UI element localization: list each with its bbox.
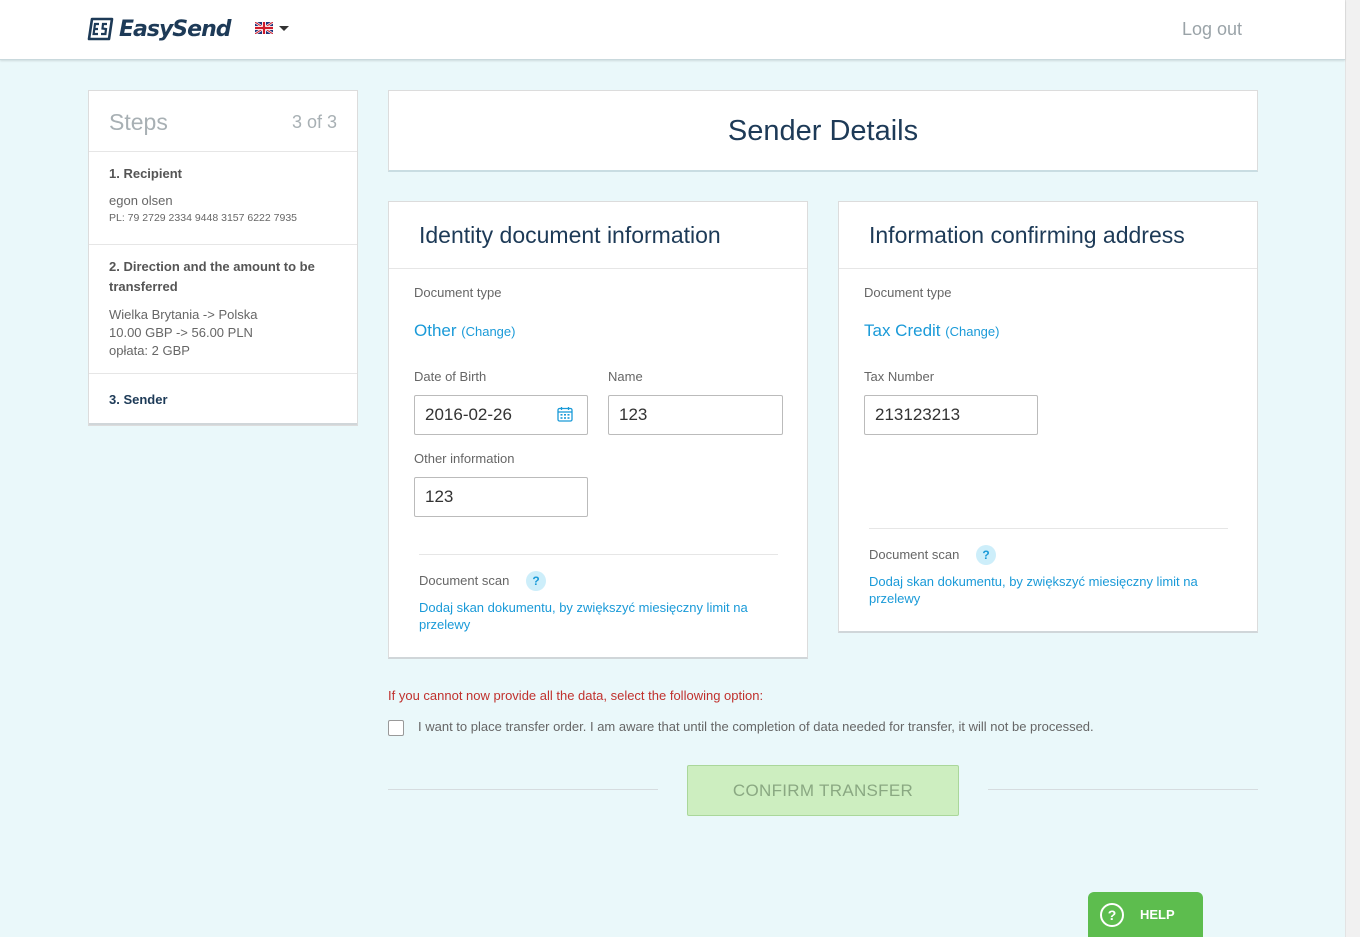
page-scrollbar[interactable] [1345, 0, 1360, 937]
identity-doc-type-value: Other [414, 321, 457, 340]
page-title-box: Sender Details [388, 90, 1258, 172]
uk-flag-icon [255, 22, 273, 34]
identity-divider [419, 554, 778, 555]
identity-card-header: Identity document information [389, 202, 807, 269]
chevron-down-icon [279, 25, 289, 31]
name-label: Name [608, 369, 643, 384]
address-doc-type-value: Tax Credit [864, 321, 941, 340]
address-divider [869, 528, 1228, 529]
identity-document-card: Identity document information Document t… [388, 201, 808, 659]
other-info-value: 123 [425, 487, 454, 506]
other-info-input[interactable]: 123 [414, 477, 588, 517]
address-card-header: Information confirming address [839, 202, 1257, 269]
step-recipient-title: 1. Recipient [109, 166, 182, 181]
address-change-link[interactable]: (Change) [945, 324, 999, 339]
recipient-name: egon olsen [109, 193, 173, 208]
steps-header: Steps 3 of 3 [89, 91, 357, 152]
help-label: HELP [1140, 907, 1175, 922]
steps-count: 3 of 3 [291, 112, 337, 132]
dob-input[interactable]: 2016-02-26 [414, 395, 588, 435]
step-direction-title-line2: transferred [109, 279, 178, 294]
place-order-checkbox-label[interactable]: I want to place transfer order. I am awa… [418, 719, 1094, 734]
place-order-checkbox[interactable] [388, 720, 404, 736]
step-direction-title-line1: 2. Direction and the amount to be [109, 259, 315, 274]
incomplete-data-warning: If you cannot now provide all the data, … [388, 688, 764, 703]
logo-mark-icon [87, 17, 114, 41]
address-scan-link[interactable]: Dodaj skan dokumentu, by zwiększyć miesi… [869, 573, 1239, 607]
confirm-divider-right [988, 789, 1258, 790]
dob-label: Date of Birth [414, 369, 487, 384]
name-input[interactable]: 123 [608, 395, 783, 435]
identity-scan-link[interactable]: Dodaj skan dokumentu, by zwiększyć miesi… [419, 599, 789, 633]
step-sender[interactable]: 3. Sender [89, 374, 357, 425]
brand-name: EasySend [119, 16, 231, 42]
confirm-transfer-button[interactable]: CONFIRM TRANSFER [687, 765, 959, 816]
help-question-icon[interactable]: ? [526, 571, 546, 591]
step-sender-title: 3. Sender [109, 392, 168, 407]
dob-value: 2016-02-26 [425, 405, 512, 424]
identity-scan-link-line1: Dodaj skan dokumentu, by zwiększyć miesi… [419, 600, 748, 615]
address-confirmation-card: Information confirming address Document … [838, 201, 1258, 633]
steps-title: Steps [109, 109, 168, 135]
step-recipient[interactable]: 1. Recipient egon olsen PL: 79 2729 2334… [89, 152, 357, 245]
calendar-icon[interactable] [557, 406, 573, 422]
logout-link[interactable]: Log out [1182, 19, 1242, 40]
transfer-direction: Wielka Brytania -> Polska [109, 307, 258, 322]
address-doc-type-label: Document type [864, 285, 952, 300]
help-circle-icon: ? [1100, 902, 1124, 927]
identity-card-title: Identity document information [419, 222, 721, 248]
other-info-label: Other information [414, 451, 515, 466]
identity-doc-type: Other (Change) [414, 321, 515, 341]
name-value: 123 [619, 405, 648, 424]
address-scan-link-line2: przelewy [869, 591, 921, 606]
recipient-account: PL: 79 2729 2334 9448 3157 6222 7935 [109, 212, 298, 224]
tax-number-value: 213123213 [875, 405, 961, 424]
help-button[interactable]: ? HELP [1088, 892, 1203, 937]
identity-scan-link-line2: przelewy [419, 617, 471, 632]
easysend-logo[interactable]: EasySend [87, 14, 231, 44]
transfer-amount: 10.00 GBP -> 56.00 PLN [109, 325, 253, 340]
tax-number-label: Tax Number [864, 369, 935, 384]
step-direction-amount[interactable]: 2. Direction and the amount to be transf… [89, 245, 357, 374]
help-question-icon[interactable]: ? [976, 545, 996, 565]
address-card-title: Information confirming address [869, 222, 1185, 248]
confirm-divider-left [388, 789, 658, 790]
transfer-fee: opłata: 2 GBP [109, 343, 190, 358]
tax-number-input[interactable]: 213123213 [864, 395, 1038, 435]
address-scan-link-line1: Dodaj skan dokumentu, by zwiększyć miesi… [869, 574, 1198, 589]
identity-doc-type-label: Document type [414, 285, 502, 300]
language-selector[interactable] [255, 22, 289, 34]
page-title: Sender Details [727, 115, 919, 147]
identity-scan-label: Document scan [419, 573, 510, 588]
steps-panel: Steps 3 of 3 1. Recipient egon olsen PL:… [88, 90, 358, 426]
address-doc-type: Tax Credit (Change) [864, 321, 999, 341]
identity-change-link[interactable]: (Change) [461, 324, 515, 339]
top-navbar: EasySend Log out [0, 0, 1345, 60]
address-scan-label: Document scan [869, 547, 960, 562]
